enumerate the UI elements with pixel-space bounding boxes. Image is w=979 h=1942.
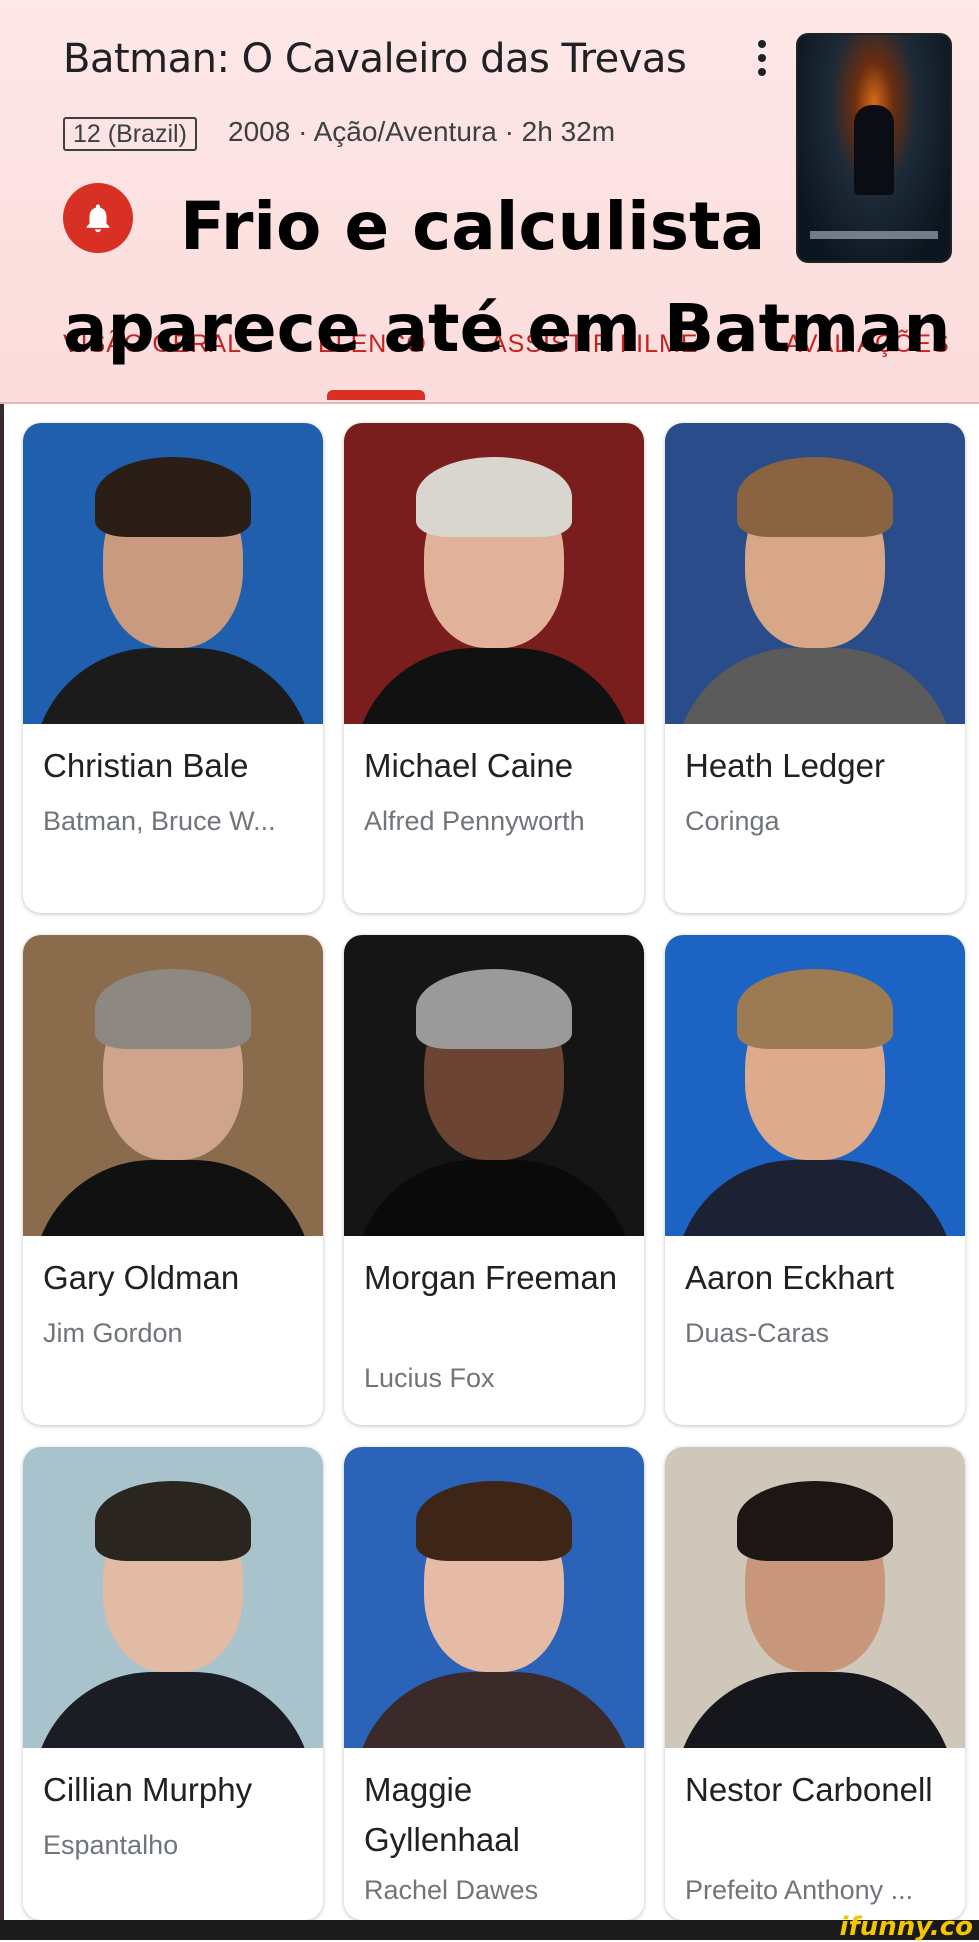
cast-role: Prefeito Anthony ...: [685, 1875, 914, 1905]
cast-name: Nestor Carbonell: [685, 1771, 933, 1808]
cast-name: Christian Bale: [43, 747, 249, 784]
cast-photo: [665, 1447, 965, 1748]
cast-photo: [23, 423, 323, 724]
cast-role: Lucius Fox: [364, 1363, 495, 1393]
cast-name: Cillian Murphy: [43, 1771, 253, 1808]
ifunny-watermark: ifunny.co: [839, 1912, 973, 1942]
cast-photo: [23, 935, 323, 1236]
cast-photo: [665, 423, 965, 724]
meme-caption-line1: Frio e calculista: [180, 188, 766, 265]
cast-card[interactable]: Heath Ledger Coringa: [665, 423, 965, 913]
cast-role: Alfred Pennyworth: [364, 806, 585, 836]
active-tab-indicator: [327, 390, 425, 400]
cast-photo: [344, 935, 644, 1236]
cast-card[interactable]: Maggie Gyllenhaal Rachel Dawes: [344, 1447, 644, 1920]
cast-card[interactable]: Michael Caine Alfred Pennyworth: [344, 423, 644, 913]
cast-role: Rachel Dawes: [364, 1875, 539, 1905]
cast-card[interactable]: Christian Bale Batman, Bruce W...: [23, 423, 323, 913]
age-rating-badge: 12 (Brazil): [63, 117, 197, 151]
cast-card[interactable]: Aaron Eckhart Duas-Caras: [665, 935, 965, 1425]
cast-name: Aaron Eckhart: [685, 1259, 895, 1296]
meme-caption-line2: aparece até em Batman: [63, 290, 951, 367]
watermark-bar: [0, 1920, 979, 1940]
cast-role: Coringa: [685, 806, 780, 836]
cast-card[interactable]: Gary Oldman Jim Gordon: [23, 935, 323, 1425]
cast-name: Maggie Gyllenhaal: [364, 1771, 520, 1858]
notification-button[interactable]: [63, 183, 133, 253]
cast-role: Jim Gordon: [43, 1318, 183, 1348]
cast-photo: [344, 423, 644, 724]
poster-strip: [810, 231, 938, 239]
cast-card[interactable]: Cillian Murphy Espantalho: [23, 1447, 323, 1920]
cast-role: Duas-Caras: [685, 1318, 830, 1348]
bell-icon: [86, 204, 110, 233]
cast-card[interactable]: Morgan Freeman Lucius Fox: [344, 935, 644, 1425]
poster-figure: [854, 105, 894, 195]
cast-card[interactable]: Nestor Carbonell Prefeito Anthony ...: [665, 1447, 965, 1920]
movie-title: Batman: O Cavaleiro das Trevas: [63, 36, 687, 82]
cast-role: Espantalho: [43, 1830, 179, 1860]
cast-photo: [23, 1447, 323, 1748]
cast-photo: [344, 1447, 644, 1748]
cast-role: Batman, Bruce W...: [43, 806, 276, 836]
cast-photo: [665, 935, 965, 1236]
cast-name: Morgan Freeman: [364, 1259, 618, 1296]
more-vert-icon[interactable]: [750, 40, 774, 80]
cast-name: Gary Oldman: [43, 1259, 240, 1296]
movie-poster[interactable]: [796, 33, 952, 263]
cast-name: Heath Ledger: [685, 747, 885, 784]
cast-name: Michael Caine: [364, 747, 574, 784]
movie-meta: 2008 · Ação/Aventura · 2h 32m: [228, 116, 616, 147]
